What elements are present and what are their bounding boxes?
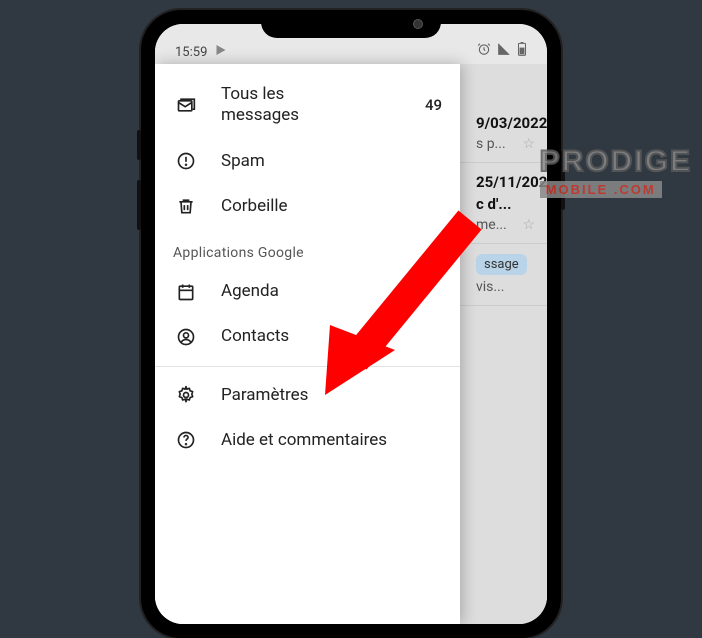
drawer-item-all-mail[interactable]: Tous les messages 49 [155, 72, 460, 139]
power-button[interactable] [561, 150, 565, 210]
email-date: 25/11/2021 [476, 173, 535, 191]
drawer-item-label: Tous les messages [221, 84, 425, 127]
app-content: 9/03/2022 s p... ☆ 25/11/2021 c d'... me.… [155, 64, 547, 624]
email-row[interactable]: ssage vis... [460, 244, 547, 306]
message-chip: ssage [476, 254, 527, 275]
drawer-item-trash[interactable]: Corbeille [155, 184, 460, 229]
phone-notch [261, 10, 441, 38]
drawer-item-settings[interactable]: Paramètres [155, 373, 460, 418]
drawer-divider [155, 366, 460, 367]
email-preview: vis... [476, 279, 505, 295]
email-preview: s p... [476, 136, 506, 152]
drawer-item-spam[interactable]: Spam [155, 139, 460, 184]
drawer-item-label: Aide et commentaires [221, 430, 442, 451]
drawer-item-contacts[interactable]: Contacts [155, 314, 460, 359]
drawer-item-label: Corbeille [221, 196, 442, 217]
signal-icon [497, 42, 511, 60]
stacked-mail-icon [173, 95, 199, 115]
email-row[interactable]: 25/11/2021 c d'... me... ☆ [460, 163, 547, 244]
alarm-icon [477, 42, 491, 60]
email-subject: c d'... [476, 195, 535, 213]
trash-icon [173, 196, 199, 216]
star-icon[interactable]: ☆ [522, 136, 535, 152]
status-time: 15:59 [175, 45, 207, 60]
gear-icon [173, 385, 199, 405]
drawer-item-label: Contacts [221, 326, 442, 347]
volume-down-button[interactable] [137, 180, 141, 230]
phone-frame: 15:59 9/03/2022 [141, 10, 561, 638]
email-preview: me... [476, 217, 507, 233]
help-icon [173, 430, 199, 450]
front-camera [413, 19, 423, 29]
drawer-item-label: Spam [221, 151, 442, 172]
email-row[interactable]: 9/03/2022 s p... ☆ [460, 104, 547, 163]
drawer-item-label: Agenda [221, 281, 442, 302]
person-icon [173, 327, 199, 347]
star-icon[interactable]: ☆ [522, 217, 535, 233]
inbox-background: 9/03/2022 s p... ☆ 25/11/2021 c d'... me.… [460, 64, 547, 624]
phone-screen: 15:59 9/03/2022 [155, 24, 547, 624]
navigation-drawer: Tous les messages 49 Spam Corbeille Appl… [155, 64, 460, 624]
email-date: 9/03/2022 [476, 114, 535, 132]
drawer-item-help[interactable]: Aide et commentaires [155, 418, 460, 463]
calendar-icon [173, 282, 199, 302]
volume-up-button[interactable] [137, 130, 141, 160]
drawer-item-count: 49 [425, 96, 442, 114]
drawer-section-header: Applications Google [155, 229, 460, 269]
drawer-item-label: Paramètres [221, 385, 442, 406]
spam-icon [173, 151, 199, 171]
battery-icon [517, 42, 527, 60]
play-store-icon [215, 44, 227, 60]
drawer-item-calendar[interactable]: Agenda [155, 269, 460, 314]
